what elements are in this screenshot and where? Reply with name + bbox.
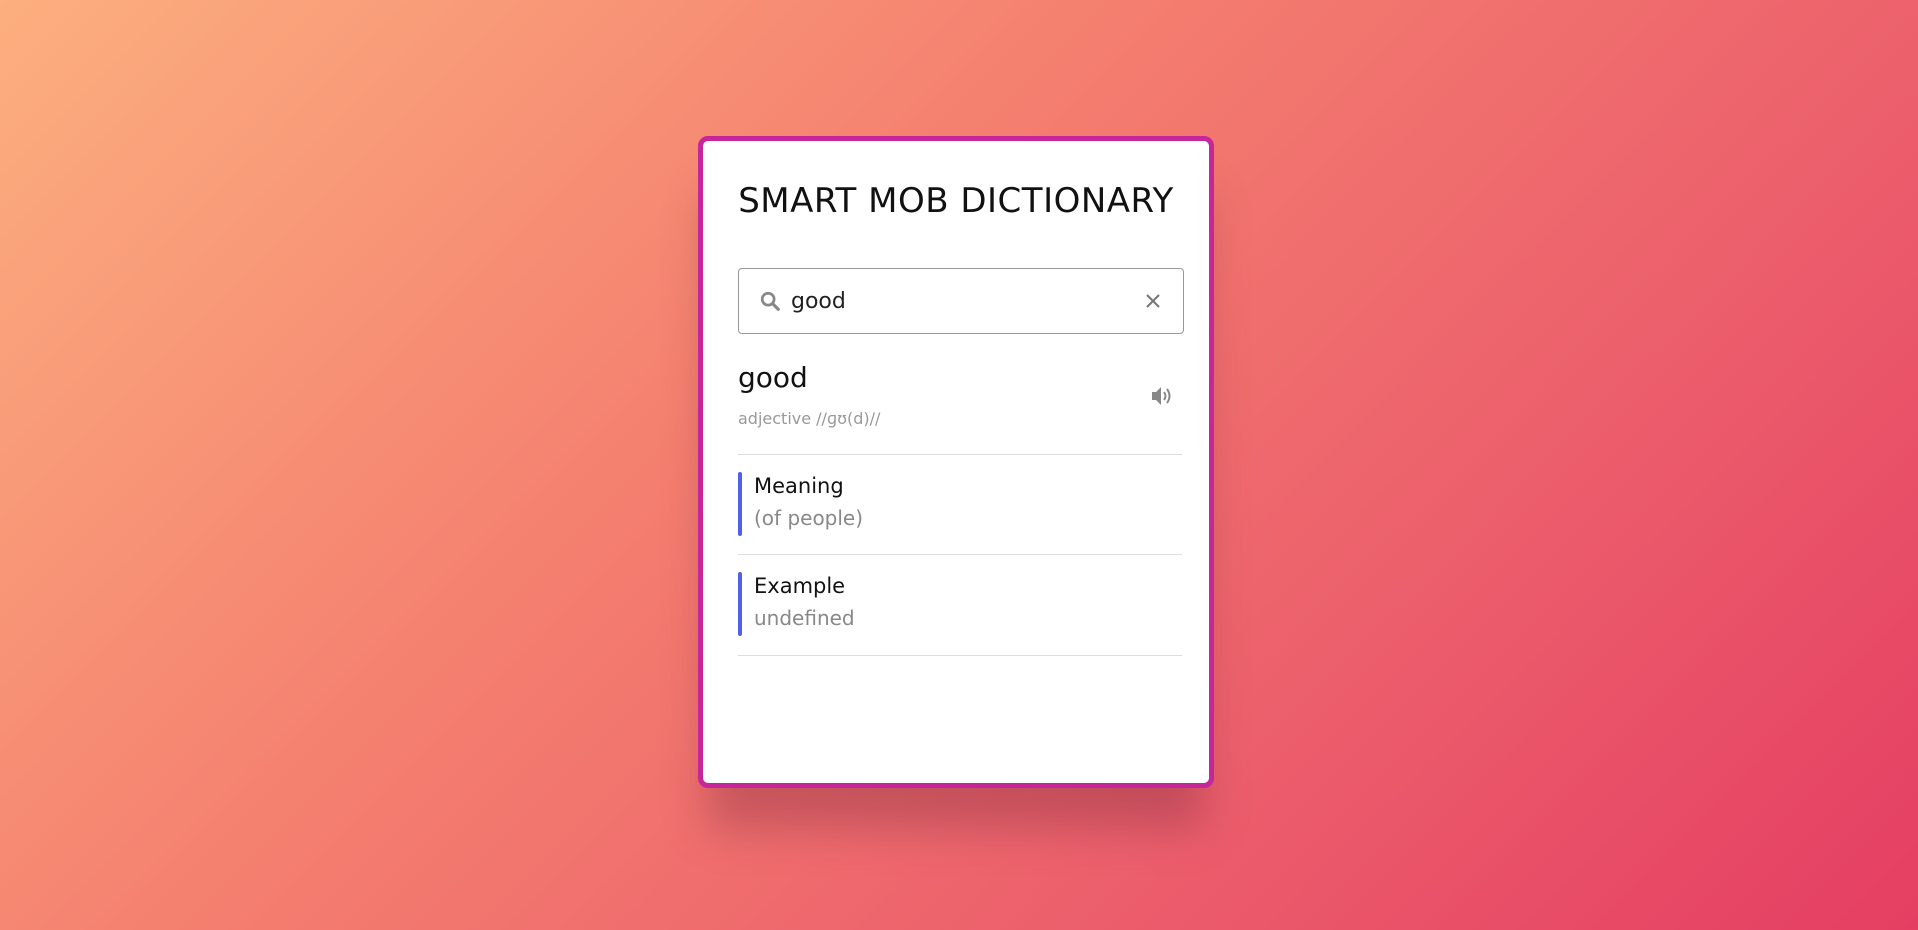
result-word: good [738,361,808,394]
dictionary-card: SMART MOB DICTIONARY good adjective //ɡʊ… [698,136,1214,788]
search-input[interactable] [791,269,1121,333]
close-icon[interactable] [1143,291,1163,311]
example-section: Example undefined [738,572,1182,636]
divider [738,454,1182,455]
divider [738,655,1182,656]
example-heading: Example [754,574,846,598]
speaker-icon[interactable] [1150,385,1174,407]
accent-bar [738,472,742,536]
meaning-section: Meaning (of people) [738,472,1182,536]
search-box[interactable] [738,268,1184,334]
result-phonetic: adjective //ɡʊ(d)// [738,409,881,428]
meaning-text: (of people) [754,506,864,530]
meaning-heading: Meaning [754,474,844,498]
divider [738,554,1182,555]
example-text: undefined [754,606,855,630]
search-icon [760,291,780,311]
app-title: SMART MOB DICTIONARY [738,181,1174,221]
accent-bar [738,572,742,636]
